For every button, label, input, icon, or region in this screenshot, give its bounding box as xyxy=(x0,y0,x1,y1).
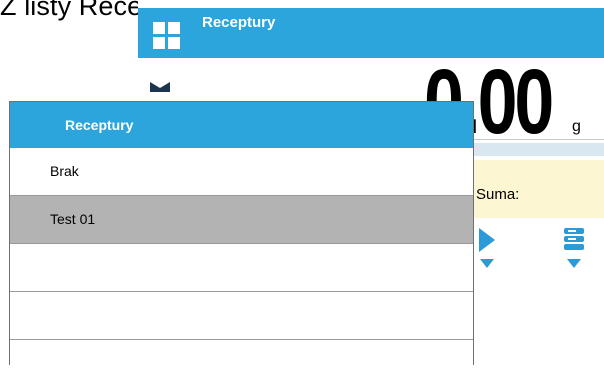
list-title: Receptury xyxy=(65,117,134,133)
suma-label: Suma: xyxy=(476,186,520,203)
weight-unit: g xyxy=(572,118,581,135)
grid-icon[interactable] xyxy=(153,22,181,50)
list-item-label: Brak xyxy=(50,163,79,179)
list-item[interactable] xyxy=(10,340,473,388)
play-icon[interactable] xyxy=(477,226,497,270)
list-header: Receptury xyxy=(10,102,473,148)
scale-title: Receptury xyxy=(202,14,276,31)
list-item-selected[interactable]: Test 01 xyxy=(10,196,473,244)
tare-icon xyxy=(150,82,170,92)
info-strip xyxy=(474,143,604,156)
list-item[interactable] xyxy=(10,292,473,340)
list-item[interactable] xyxy=(10,244,473,292)
divider xyxy=(474,139,604,140)
stack-icon[interactable] xyxy=(560,226,588,270)
list-item-label: Test 01 xyxy=(50,211,96,227)
recipe-list-dialog: Receptury Brak Test 01 xyxy=(9,101,474,365)
list-item[interactable]: Brak xyxy=(10,148,473,196)
